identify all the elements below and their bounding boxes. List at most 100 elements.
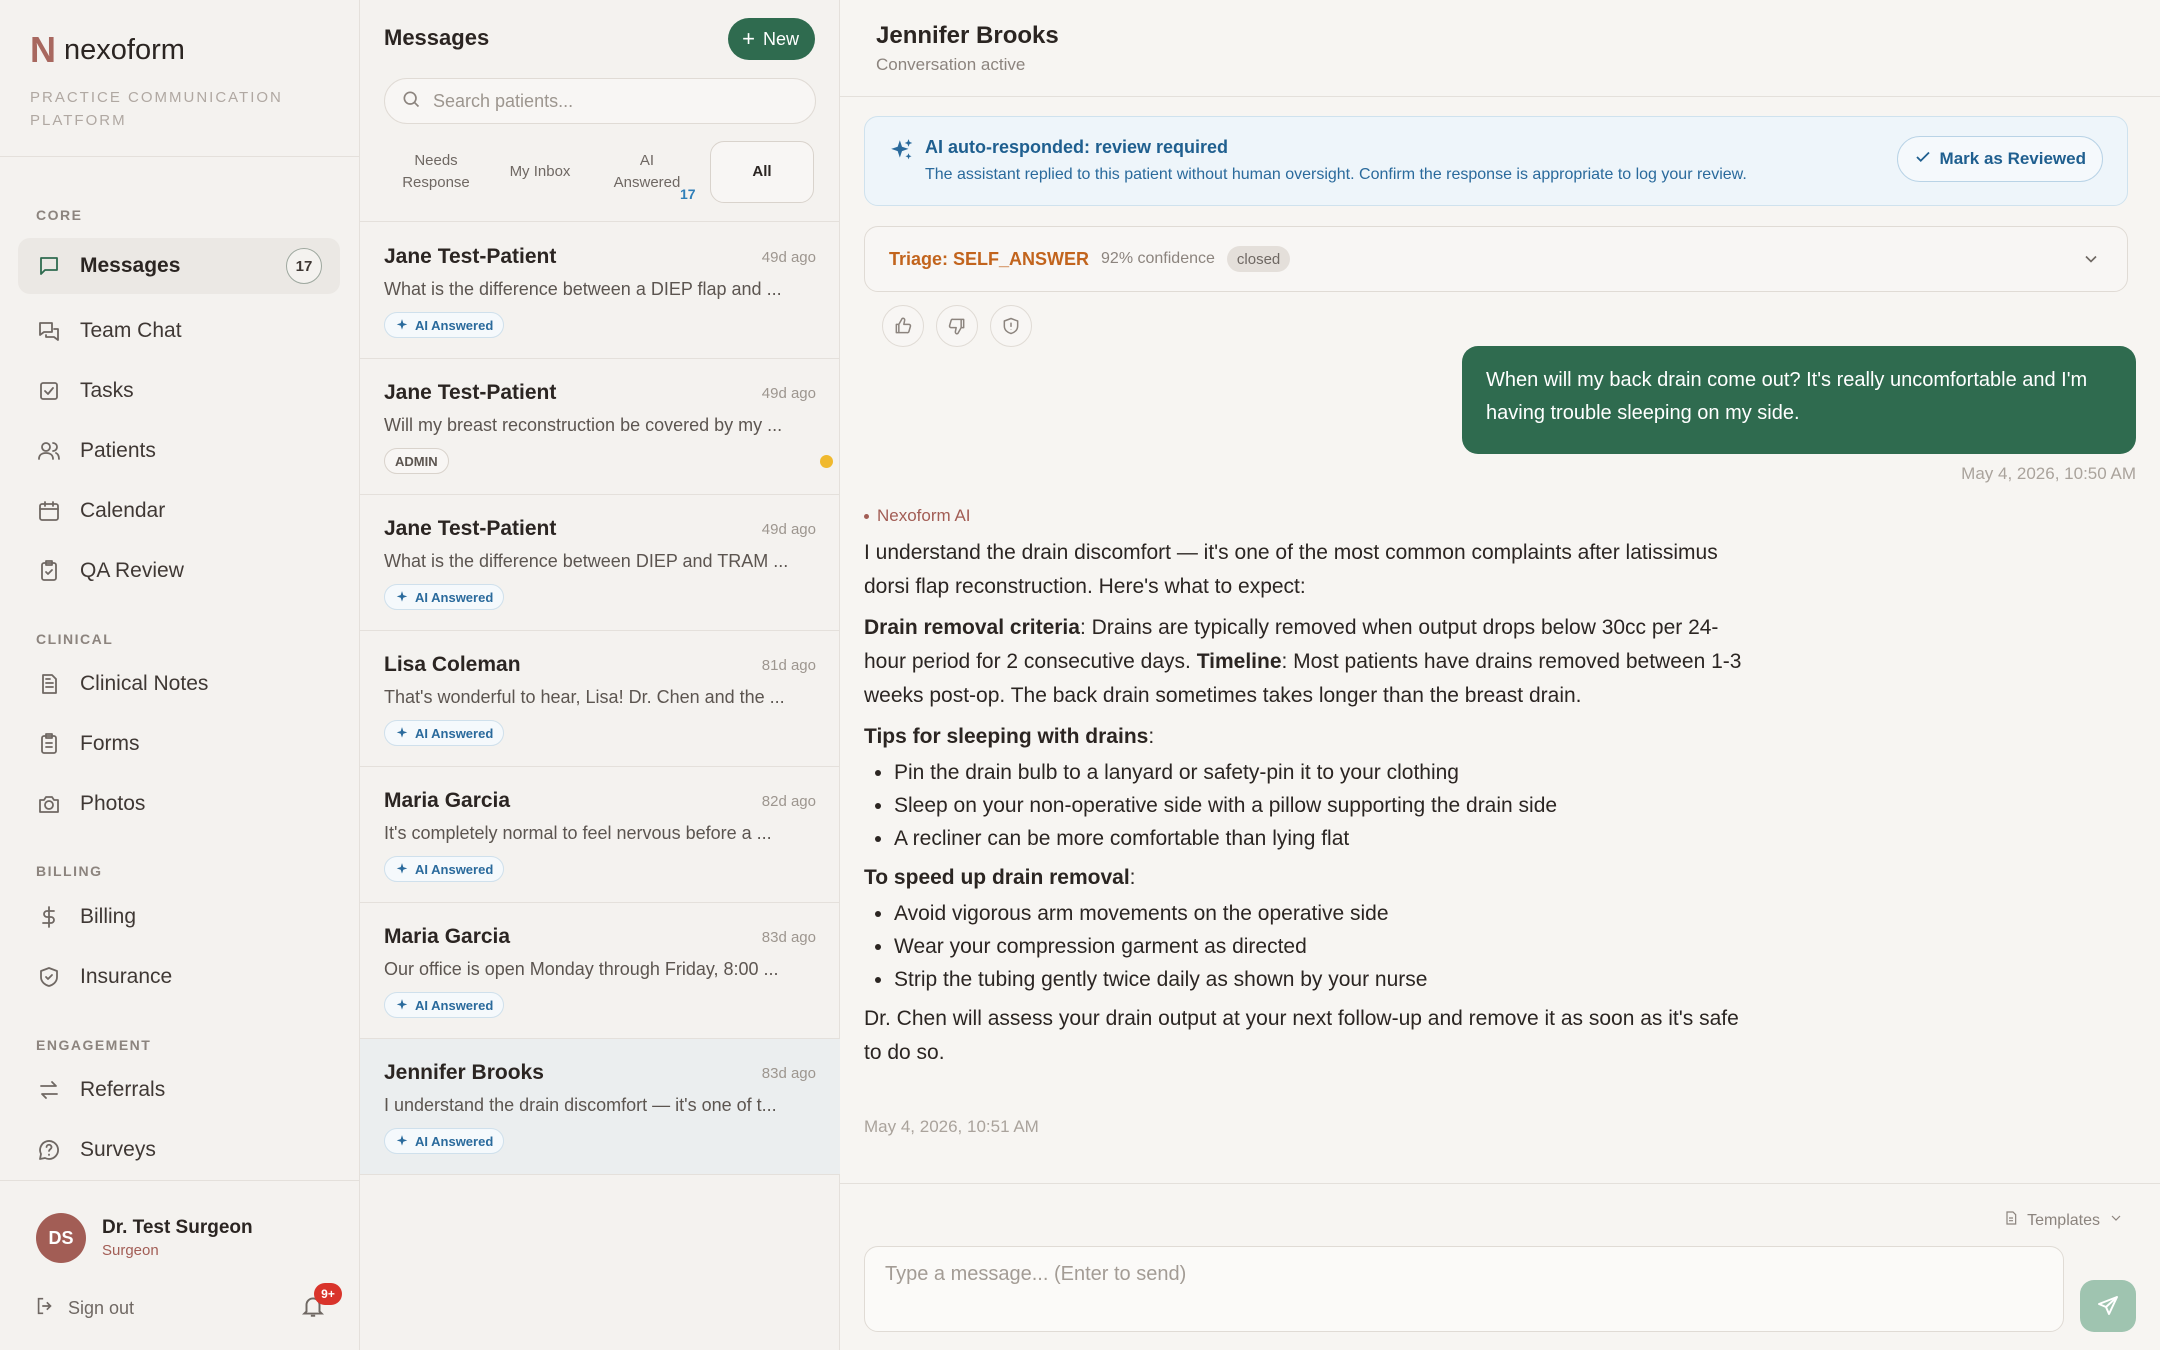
ai-sender-label: Nexoform AI <box>864 506 971 526</box>
ai-speed-list: Avoid vigorous arm movements on the oper… <box>864 897 1744 996</box>
conversation-preview: Will my breast reconstruction be covered… <box>384 415 783 435</box>
new-message-button[interactable]: + New <box>728 18 815 60</box>
message-composer <box>864 1246 2064 1332</box>
conversation-preview: I understand the drain discomfort — it's… <box>384 1095 777 1115</box>
tab-label: Needs Response <box>402 152 470 191</box>
sparkle-icon <box>396 591 408 602</box>
admin-badge: ADMIN <box>384 448 449 474</box>
conversation-name: Jane Test-Patient <box>384 381 557 404</box>
conversation-item[interactable]: Jane Test-Patient 49d ago Will my breast… <box>360 359 840 495</box>
conversation-item[interactable]: Maria Garcia 83d ago Our office is open … <box>360 903 840 1039</box>
conversation-name: Maria Garcia <box>384 789 511 812</box>
conversation-item[interactable]: Maria Garcia 82d ago It's completely nor… <box>360 767 840 903</box>
ai-closing: Dr. Chen will assess your drain output a… <box>864 1007 1739 1064</box>
sidebar-item-referrals[interactable]: Referrals <box>18 1062 340 1118</box>
notification-count-badge: 9+ <box>314 1283 342 1305</box>
sidebar-item-forms[interactable]: Forms <box>18 716 340 772</box>
tab-ai-answered[interactable]: AI Answered 17 <box>592 150 702 202</box>
conversation-item[interactable]: Jane Test-Patient 49d ago What is the di… <box>360 495 840 631</box>
tab-count: 17 <box>680 186 696 202</box>
tab-label: My Inbox <box>509 163 571 180</box>
plus-icon: + <box>742 26 755 51</box>
sidebar-item-label: Tasks <box>80 379 134 402</box>
triage-panel[interactable]: Triage: SELF_ANSWER 92% confidence close… <box>864 226 2128 292</box>
logo[interactable]: N nexoform <box>30 30 329 70</box>
nav-section-billing: BILLING <box>36 863 103 879</box>
sign-out-label: Sign out <box>68 1298 135 1318</box>
sidebar-item-surveys[interactable]: Surveys <box>18 1122 340 1178</box>
conversation-name: Maria Garcia <box>384 925 511 948</box>
checkbox-icon <box>36 378 62 404</box>
badge-label: AI Answered <box>415 997 494 1013</box>
thumbs-down-button[interactable] <box>936 305 978 347</box>
list-item: A recliner can be more comfortable than … <box>894 822 1744 855</box>
sidebar-item-calendar[interactable]: Calendar <box>18 483 340 539</box>
sign-out-button[interactable]: Sign out <box>34 1295 134 1322</box>
sidebar-item-patients[interactable]: Patients <box>18 423 340 479</box>
sidebar-item-billing[interactable]: Billing <box>18 889 340 945</box>
mark-as-reviewed-button[interactable]: Mark as Reviewed <box>1896 136 2103 182</box>
user-profile[interactable]: DS Dr. Test Surgeon Surgeon <box>36 1213 253 1263</box>
message-square-icon <box>36 253 62 279</box>
file-icon <box>2003 1210 2019 1231</box>
nav-section-core: CORE <box>36 207 83 223</box>
conversation-time: 49d ago <box>761 249 816 266</box>
sender-dot <box>864 513 869 519</box>
conversation-status: Conversation active <box>876 55 1026 74</box>
conversation-time: 49d ago <box>761 385 816 402</box>
list-item: Sleep on your non-operative side with a … <box>894 789 1744 822</box>
sidebar-item-qa-review[interactable]: QA Review <box>18 543 340 599</box>
ai-answered-badge: AI Answered <box>384 992 505 1018</box>
thumbs-up-button[interactable] <box>882 305 924 347</box>
conversation-item-selected[interactable]: Jennifer Brooks 83d ago I understand the… <box>360 1039 840 1175</box>
ai-tips-heading-line: Tips for sleeping with drains: <box>864 725 1155 748</box>
sidebar-item-clinical-notes[interactable]: Clinical Notes <box>18 656 340 712</box>
conversation-item[interactable]: Lisa Coleman 81d ago That's wonderful to… <box>360 631 840 767</box>
sidebar-item-insurance[interactable]: Insurance <box>18 949 340 1005</box>
list-title: Messages <box>384 25 490 50</box>
sidebar-item-photos[interactable]: Photos <box>18 776 340 832</box>
templates-dropdown[interactable]: Templates <box>2003 1210 2124 1231</box>
triage-label: Triage: SELF_ANSWER <box>889 248 1090 269</box>
help-circle-icon <box>36 1137 62 1163</box>
send-button[interactable] <box>2080 1280 2136 1332</box>
search-input[interactable] <box>433 90 803 112</box>
search-icon <box>401 89 421 114</box>
sidebar-item-messages[interactable]: Messages 17 <box>18 238 340 294</box>
conversation-preview: That's wonderful to hear, Lisa! Dr. Chen… <box>384 687 785 707</box>
sidebar-item-label: Patients <box>80 439 156 462</box>
camera-icon <box>36 791 62 817</box>
ai-message-time: May 4, 2026, 10:51 AM <box>864 1117 1039 1136</box>
avatar: DS <box>36 1213 86 1263</box>
list-item: Strip the tubing gently twice daily as s… <box>894 963 1744 996</box>
patient-message-time: May 4, 2026, 10:50 AM <box>1961 464 2136 483</box>
conversation-preview: What is the difference between a DIEP fl… <box>384 279 782 299</box>
conversation-header: Jennifer Brooks Conversation active <box>840 0 2160 97</box>
list-item: Avoid vigorous arm movements on the oper… <box>894 897 1744 930</box>
messages-icon <box>36 318 62 344</box>
tab-all[interactable]: All <box>710 141 814 203</box>
conversation-list-header: Messages + New Needs Response My Inbox A… <box>360 0 839 222</box>
conversation-name: Jane Test-Patient <box>384 245 557 268</box>
bell-icon <box>300 1297 326 1323</box>
shield-alert-icon <box>1003 317 1019 335</box>
flag-safety-button[interactable] <box>990 305 1032 347</box>
ai-timeline-heading: Timeline <box>1196 650 1282 673</box>
thumbs-up-icon <box>895 317 912 334</box>
list-item: Pin the drain bulb to a lanyard or safet… <box>894 756 1744 789</box>
brand: N nexoform PRACTICE COMMUNICATION PLATFO… <box>0 0 359 157</box>
calendar-icon <box>36 498 62 524</box>
conversation-pane: Jennifer Brooks Conversation active AI a… <box>840 0 2160 1350</box>
patient-message-bubble: When will my back drain come out? It's r… <box>1462 346 2136 454</box>
sidebar-item-label: Clinical Notes <box>80 672 209 695</box>
feedback-actions <box>882 305 1032 347</box>
tab-my-inbox[interactable]: My Inbox <box>488 161 592 183</box>
sidebar-item-label: Photos <box>80 792 146 815</box>
message-input[interactable] <box>865 1247 2063 1331</box>
notifications-button[interactable]: 9+ <box>300 1283 342 1323</box>
conversation-item[interactable]: Jane Test-Patient 49d ago What is the di… <box>360 223 840 359</box>
sidebar-item-tasks[interactable]: Tasks <box>18 363 340 419</box>
tab-needs-response[interactable]: Needs Response <box>384 150 488 194</box>
sparkle-icon <box>396 319 408 330</box>
sidebar-item-team-chat[interactable]: Team Chat <box>18 303 340 359</box>
